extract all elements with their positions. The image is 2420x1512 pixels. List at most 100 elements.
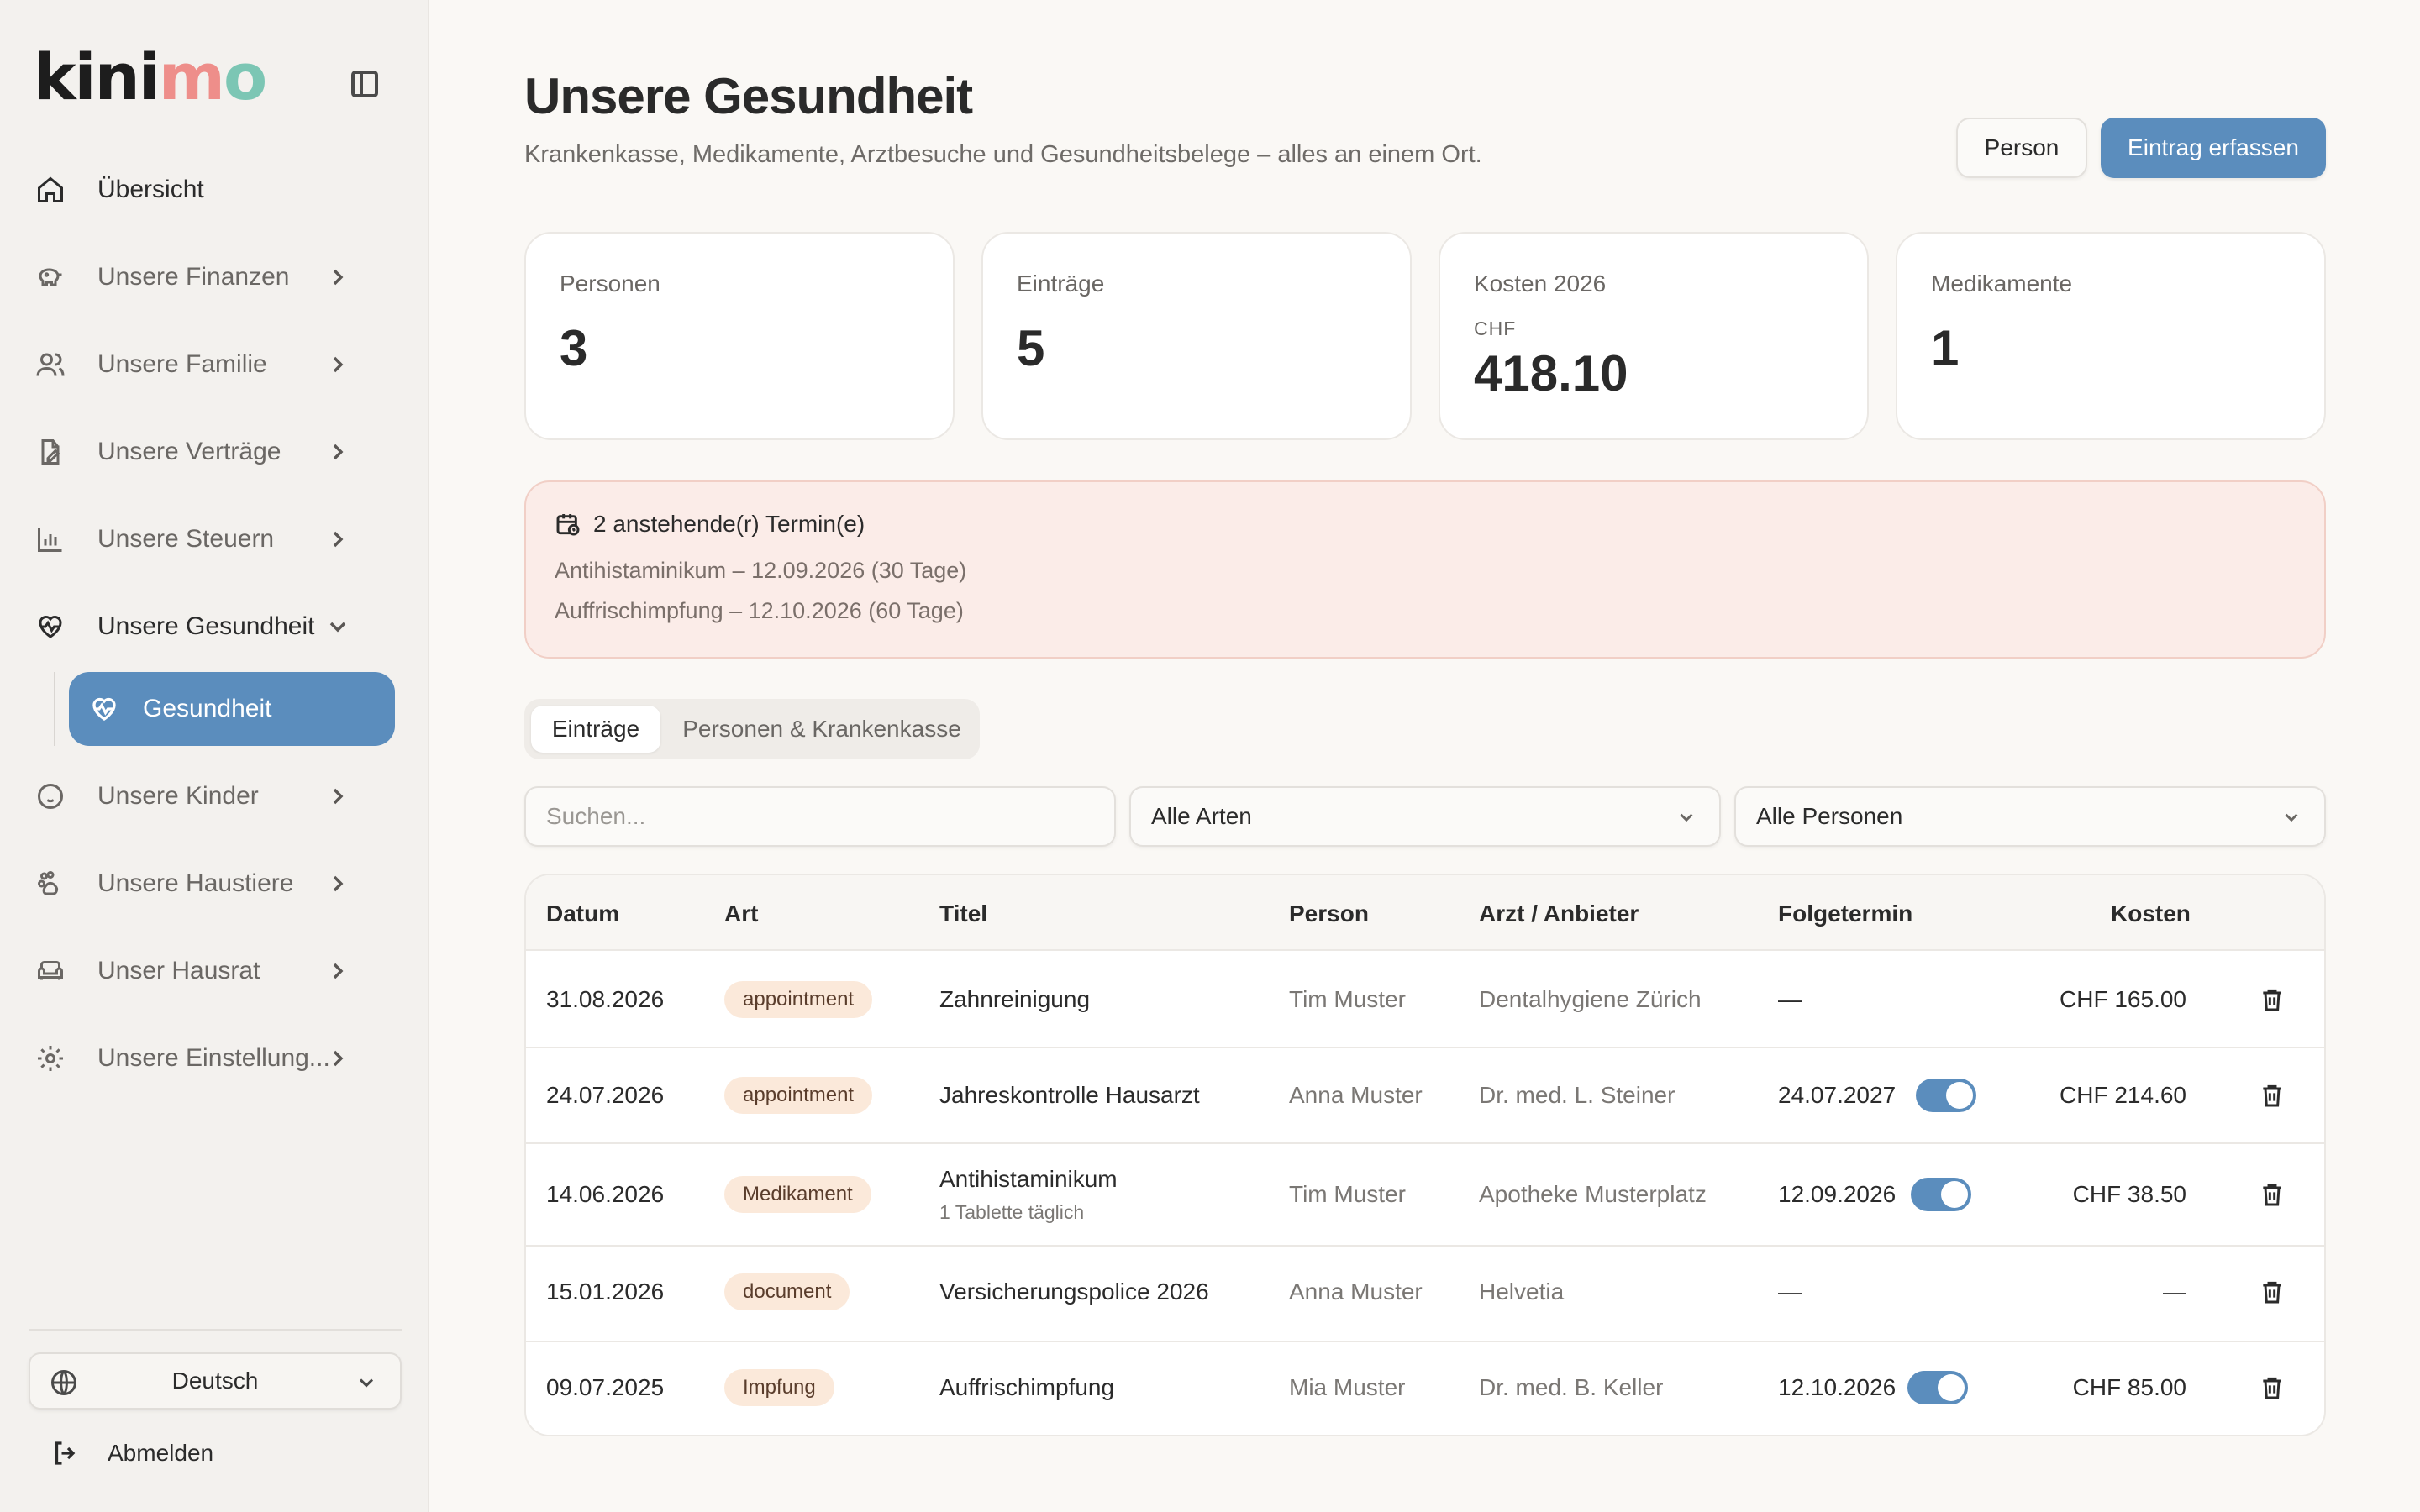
table-row[interactable]: 24.07.2026 appointment Jahreskontrolle H… <box>526 1048 2324 1144</box>
sidebar-item-label: Unsere Einstellung... <box>97 1044 330 1072</box>
type-badge: appointment <box>724 981 873 1018</box>
add-entry-button[interactable]: Eintrag erfassen <box>2101 118 2326 178</box>
sidebar-subitem-gesundheit[interactable]: Gesundheit <box>69 672 395 746</box>
kinimo-logo[interactable]: kinimo <box>34 45 267 109</box>
cell-note: 1 Tablette täglich <box>939 1201 1085 1223</box>
stat-label: Personen <box>560 270 660 297</box>
cell-followup: — <box>1778 986 1802 1012</box>
chevron-right-icon <box>324 870 351 897</box>
logout-button[interactable]: Abmelden <box>50 1433 213 1473</box>
sidebar-item-haustiere[interactable]: Unsere Haustiere <box>34 850 395 917</box>
language-select[interactable]: Deutsch <box>29 1352 402 1410</box>
heart-pulse-icon <box>87 692 121 726</box>
cell-title: Auffrischimpfung <box>939 1374 1115 1400</box>
sidebar-item-familie[interactable]: Unsere Familie <box>34 331 395 398</box>
cell-provider: Apotheke Musterplatz <box>1479 1181 1707 1207</box>
sidebar-item-label: Unsere Verträge <box>97 438 281 465</box>
column-header-followup[interactable]: Folgetermin <box>1778 900 1912 927</box>
sidebar-item-label: Unsere Haustiere <box>97 869 294 897</box>
cell-provider: Dr. med. B. Keller <box>1479 1374 1664 1400</box>
logout-icon <box>50 1438 81 1468</box>
alert-line: Auffrischimpfung – 12.10.2026 (60 Tage) <box>555 598 964 623</box>
trash-icon[interactable] <box>2259 986 2286 1013</box>
sidebar-item-label: Unsere Gesundheit <box>97 612 315 640</box>
chevron-right-icon <box>324 351 351 378</box>
sidebar-toggle-icon[interactable] <box>351 71 378 97</box>
type-filter-value: Alle Arten <box>1151 803 1252 829</box>
cell-cost: CHF 214.60 <box>2060 1082 2186 1108</box>
sidebar-item-einstellungen[interactable]: Unsere Einstellung... <box>34 1025 395 1092</box>
trash-icon[interactable] <box>2259 1181 2286 1208</box>
stat-value: 418.10 <box>1474 345 1628 402</box>
language-value: Deutsch <box>171 1368 259 1394</box>
reminder-toggle[interactable] <box>1907 1371 1968 1404</box>
stat-currency: CHF <box>1474 318 1517 339</box>
cell-title: Antihistaminikum <box>939 1166 1118 1192</box>
column-header-type[interactable]: Art <box>724 900 758 927</box>
column-header-cost[interactable]: Kosten <box>2111 900 2191 927</box>
stat-value: 5 <box>1017 320 1045 376</box>
paw-icon <box>34 867 67 900</box>
alert-header: 2 anstehende(r) Termin(e) <box>555 511 865 538</box>
reminder-toggle[interactable] <box>1911 1178 1971 1211</box>
person-filter-select[interactable]: Alle Personen <box>1734 786 2326 847</box>
tab-persons-insurance[interactable]: Personen & Krankenkasse <box>672 706 971 753</box>
logout-label: Abmelden <box>108 1440 214 1466</box>
file-edit-icon <box>34 435 67 469</box>
sofa-icon <box>34 954 67 988</box>
sidebar-item-label: Unsere Steuern <box>97 525 275 553</box>
chevron-down-icon <box>324 613 351 640</box>
chevron-right-icon <box>324 526 351 553</box>
cell-title: Zahnreinigung <box>939 986 1091 1012</box>
sidebar-item-gesundheit[interactable]: Unsere Gesundheit <box>34 593 395 660</box>
column-header-person[interactable]: Person <box>1289 900 1369 927</box>
upcoming-appointments-alert: 2 anstehende(r) Termin(e) Antihistaminik… <box>524 480 2326 659</box>
column-header-provider[interactable]: Arzt / Anbieter <box>1479 900 1639 927</box>
cell-provider: Helvetia <box>1479 1278 1565 1305</box>
table-row[interactable]: 31.08.2026 appointment Zahnreinigung Tim… <box>526 953 2324 1048</box>
column-header-date[interactable]: Datum <box>546 900 619 927</box>
cell-person: Anna Muster <box>1289 1278 1423 1305</box>
person-button[interactable]: Person <box>1956 118 2087 178</box>
type-badge: appointment <box>724 1077 873 1114</box>
column-header-title[interactable]: Titel <box>939 900 987 927</box>
bar-chart-icon <box>34 522 67 556</box>
heart-pulse-icon <box>34 610 67 643</box>
table-row[interactable]: 15.01.2026 document Versicherungspolice … <box>526 1247 2324 1342</box>
stat-card-costs: Kosten 2026 CHF 418.10 <box>1439 232 1869 440</box>
cell-cost: CHF 85.00 <box>2072 1374 2186 1400</box>
stat-label: Medikamente <box>1931 270 2073 297</box>
sidebar: kinimo Übersicht Unsere Finanzen Unsere … <box>0 0 429 1512</box>
sidebar-item-finanzen[interactable]: Unsere Finanzen <box>34 244 395 311</box>
stat-value: 1 <box>1931 320 1960 376</box>
sidebar-item-steuern[interactable]: Unsere Steuern <box>34 506 395 573</box>
table-row[interactable]: 09.07.2025 Impfung Auffrischimpfung Mia … <box>526 1342 2324 1435</box>
alert-title: 2 anstehende(r) Termin(e) <box>593 511 865 537</box>
trash-icon[interactable] <box>2259 1278 2286 1305</box>
sidebar-item-hausrat[interactable]: Unser Hausrat <box>34 937 395 1005</box>
tab-entries[interactable]: Einträge <box>531 706 660 753</box>
chevron-right-icon <box>324 264 351 291</box>
table-row[interactable]: 14.06.2026 Medikament Antihistaminikum 1… <box>526 1144 2324 1247</box>
cell-cost: — <box>2163 1278 2186 1305</box>
calendar-clock-icon <box>555 511 581 538</box>
sidebar-item-label: Übersicht <box>97 176 204 203</box>
users-icon <box>34 348 67 381</box>
sidebar-item-label: Unsere Finanzen <box>97 263 290 291</box>
cell-person: Anna Muster <box>1289 1082 1423 1108</box>
cell-person: Tim Muster <box>1289 986 1406 1012</box>
home-icon <box>34 173 67 207</box>
sidebar-item-kinder[interactable]: Unsere Kinder <box>34 763 395 830</box>
type-filter-select[interactable]: Alle Arten <box>1129 786 1721 847</box>
trash-icon[interactable] <box>2259 1374 2286 1401</box>
sidebar-item-label: Unser Hausrat <box>97 957 260 984</box>
stat-card-medications: Medikamente 1 <box>1896 232 2326 440</box>
reminder-toggle[interactable] <box>1916 1079 1976 1112</box>
sidebar-divider <box>29 1329 402 1331</box>
sidebar-item-uebersicht[interactable]: Übersicht <box>34 156 395 223</box>
search-input[interactable]: Suchen... <box>524 786 1116 847</box>
cell-title: Jahreskontrolle Hausarzt <box>939 1082 1200 1108</box>
sidebar-item-vertraege[interactable]: Unsere Verträge <box>34 418 395 486</box>
chevron-down-icon <box>355 1371 378 1394</box>
trash-icon[interactable] <box>2259 1082 2286 1109</box>
